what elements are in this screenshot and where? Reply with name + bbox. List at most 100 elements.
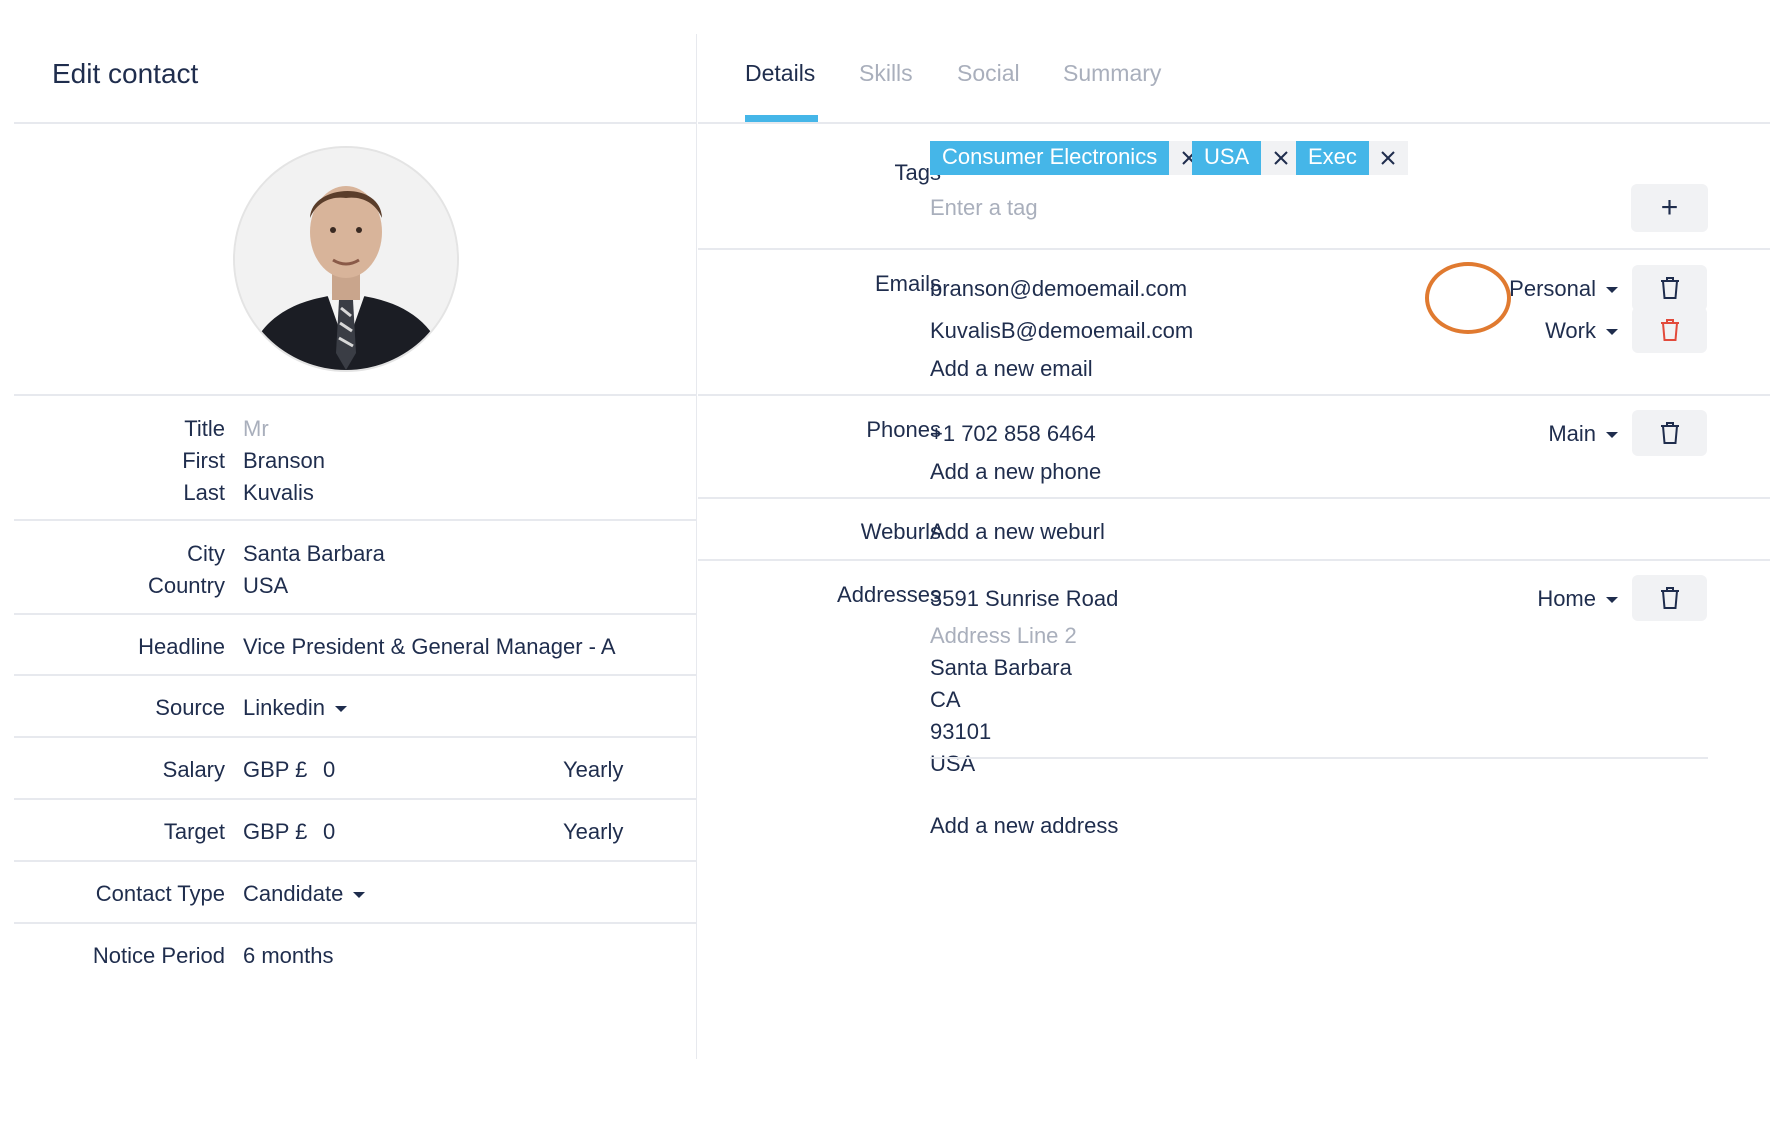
- location-section: City Santa Barbara Country USA: [14, 521, 697, 615]
- notice-period-label: Notice Period: [92, 943, 225, 968]
- first-name-field[interactable]: Branson: [243, 448, 325, 474]
- source-label: Source: [155, 695, 225, 720]
- tag-label[interactable]: USA: [1192, 141, 1262, 175]
- phone-type-dropdown[interactable]: Main: [1548, 421, 1618, 447]
- tag-label[interactable]: Exec: [1296, 141, 1369, 175]
- last-name-field[interactable]: Kuvalis: [243, 480, 314, 506]
- add-tag-button[interactable]: +: [1631, 184, 1708, 232]
- caret-down-icon: [334, 706, 347, 713]
- address-city-field[interactable]: Santa Barbara: [930, 655, 1072, 681]
- title-field[interactable]: Mr: [243, 416, 269, 442]
- caret-down-icon: [353, 892, 366, 899]
- notice-period-section: Notice Period 6 months: [14, 924, 697, 986]
- avatar-section: [14, 124, 697, 396]
- trash-icon: [1660, 277, 1679, 299]
- headline-section: Headline Vice President & General Manage…: [14, 615, 697, 676]
- plus-icon: +: [1660, 191, 1679, 224]
- phones-section: Phones: [698, 396, 1770, 499]
- trash-icon: [1660, 319, 1679, 341]
- weburls-section: Weburls Add a new weburl: [698, 499, 1770, 561]
- caret-down-icon: [1606, 287, 1618, 294]
- salary-period[interactable]: Yearly: [563, 757, 623, 783]
- trash-icon: [1660, 422, 1679, 444]
- contact-type-section: Contact Type Candidate: [14, 862, 697, 924]
- delete-address-button[interactable]: [1632, 575, 1707, 621]
- close-icon[interactable]: [1261, 141, 1301, 175]
- weburls-label: Weburls: [860, 519, 941, 544]
- add-phone-link[interactable]: Add a new phone: [930, 459, 1101, 485]
- address-type-value: Home: [1537, 586, 1596, 611]
- close-icon[interactable]: [1368, 141, 1408, 175]
- address-line2-field[interactable]: Address Line 2: [930, 623, 1077, 649]
- salary-section: Salary GBP £ 0 Yearly: [14, 738, 697, 800]
- salary-label: Salary: [162, 757, 225, 782]
- contact-form-right: Details Skills Social Summary Tags Consu…: [698, 34, 1770, 1059]
- email-field[interactable]: branson@demoemail.com: [930, 276, 1187, 302]
- tag-chip: Consumer Electronics: [930, 141, 1209, 175]
- email-field[interactable]: KuvalisB@demoemail.com: [930, 318, 1193, 344]
- trash-icon: [1660, 587, 1679, 609]
- salary-currency[interactable]: GBP £: [243, 757, 307, 783]
- target-currency[interactable]: GBP £: [243, 819, 307, 845]
- target-label: Target: [163, 819, 225, 844]
- tag-chip: Exec: [1296, 141, 1408, 175]
- address-line1-field[interactable]: 3591 Sunrise Road: [930, 586, 1118, 612]
- caret-down-icon: [1606, 432, 1618, 439]
- headline-field[interactable]: Vice President & General Manager - A: [243, 634, 637, 660]
- tab-summary[interactable]: Summary: [1063, 60, 1161, 87]
- tag-chip: USA: [1192, 141, 1301, 175]
- title-label: Title: [184, 416, 225, 441]
- email-type-value: Work: [1545, 318, 1596, 343]
- name-section: Title Mr First Branson Last Kuvalis: [14, 396, 697, 521]
- highlight-ring: [1425, 262, 1511, 334]
- tab-social[interactable]: Social: [957, 60, 1020, 87]
- add-address-link[interactable]: Add a new address: [930, 813, 1118, 839]
- caret-down-icon: [1606, 329, 1618, 336]
- tab-bar: Details Skills Social Summary: [698, 34, 1770, 124]
- city-field[interactable]: Santa Barbara: [243, 541, 385, 567]
- panel-header: Edit contact: [14, 34, 697, 124]
- avatar[interactable]: [235, 148, 457, 370]
- add-weburl-link[interactable]: Add a new weburl: [930, 519, 1105, 545]
- address-type-dropdown[interactable]: Home: [1537, 586, 1618, 612]
- address-country-field[interactable]: USA: [930, 751, 975, 777]
- tag-label[interactable]: Consumer Electronics: [930, 141, 1170, 175]
- addresses-label: Addresses: [837, 582, 941, 607]
- caret-down-icon: [1606, 597, 1618, 604]
- tab-details[interactable]: Details: [745, 60, 815, 87]
- salary-amount-field[interactable]: 0: [323, 757, 335, 783]
- source-section: Source Linkedin: [14, 676, 697, 738]
- first-name-label: First: [182, 448, 225, 473]
- city-label: City: [187, 541, 225, 566]
- email-type-value: Personal: [1509, 276, 1596, 301]
- source-dropdown[interactable]: Linkedin: [243, 695, 347, 721]
- add-email-link[interactable]: Add a new email: [930, 356, 1093, 382]
- phone-type-value: Main: [1548, 421, 1596, 446]
- notice-period-field[interactable]: 6 months: [243, 943, 334, 969]
- avatar-portrait: [235, 148, 457, 370]
- divider: [930, 757, 1708, 759]
- country-label: Country: [147, 573, 225, 598]
- headline-label: Headline: [138, 634, 225, 659]
- delete-email-button[interactable]: [1632, 265, 1707, 311]
- delete-email-button[interactable]: [1632, 307, 1707, 353]
- address-state-field[interactable]: CA: [930, 687, 961, 713]
- page-title: Edit contact: [52, 58, 199, 89]
- tag-input[interactable]: Enter a tag: [930, 195, 1038, 221]
- delete-phone-button[interactable]: [1632, 410, 1707, 456]
- contact-type-value: Candidate: [243, 881, 344, 906]
- contact-form-left: Edit contact Title Mr First Branson Last…: [14, 34, 697, 1059]
- source-value: Linkedin: [243, 695, 325, 720]
- email-type-dropdown[interactable]: Work: [1545, 318, 1618, 344]
- target-period[interactable]: Yearly: [563, 819, 623, 845]
- country-field[interactable]: USA: [243, 573, 288, 599]
- target-amount-field[interactable]: 0: [323, 819, 335, 845]
- contact-type-label: Contact Type: [95, 881, 225, 906]
- email-type-dropdown[interactable]: Personal: [1509, 276, 1618, 302]
- tab-skills[interactable]: Skills: [859, 60, 913, 87]
- contact-type-dropdown[interactable]: Candidate: [243, 881, 366, 907]
- last-name-label: Last: [183, 480, 225, 505]
- address-zip-field[interactable]: 93101: [930, 719, 991, 745]
- active-tab-indicator: [745, 115, 818, 122]
- phone-field[interactable]: +1 702 858 6464: [930, 421, 1096, 447]
